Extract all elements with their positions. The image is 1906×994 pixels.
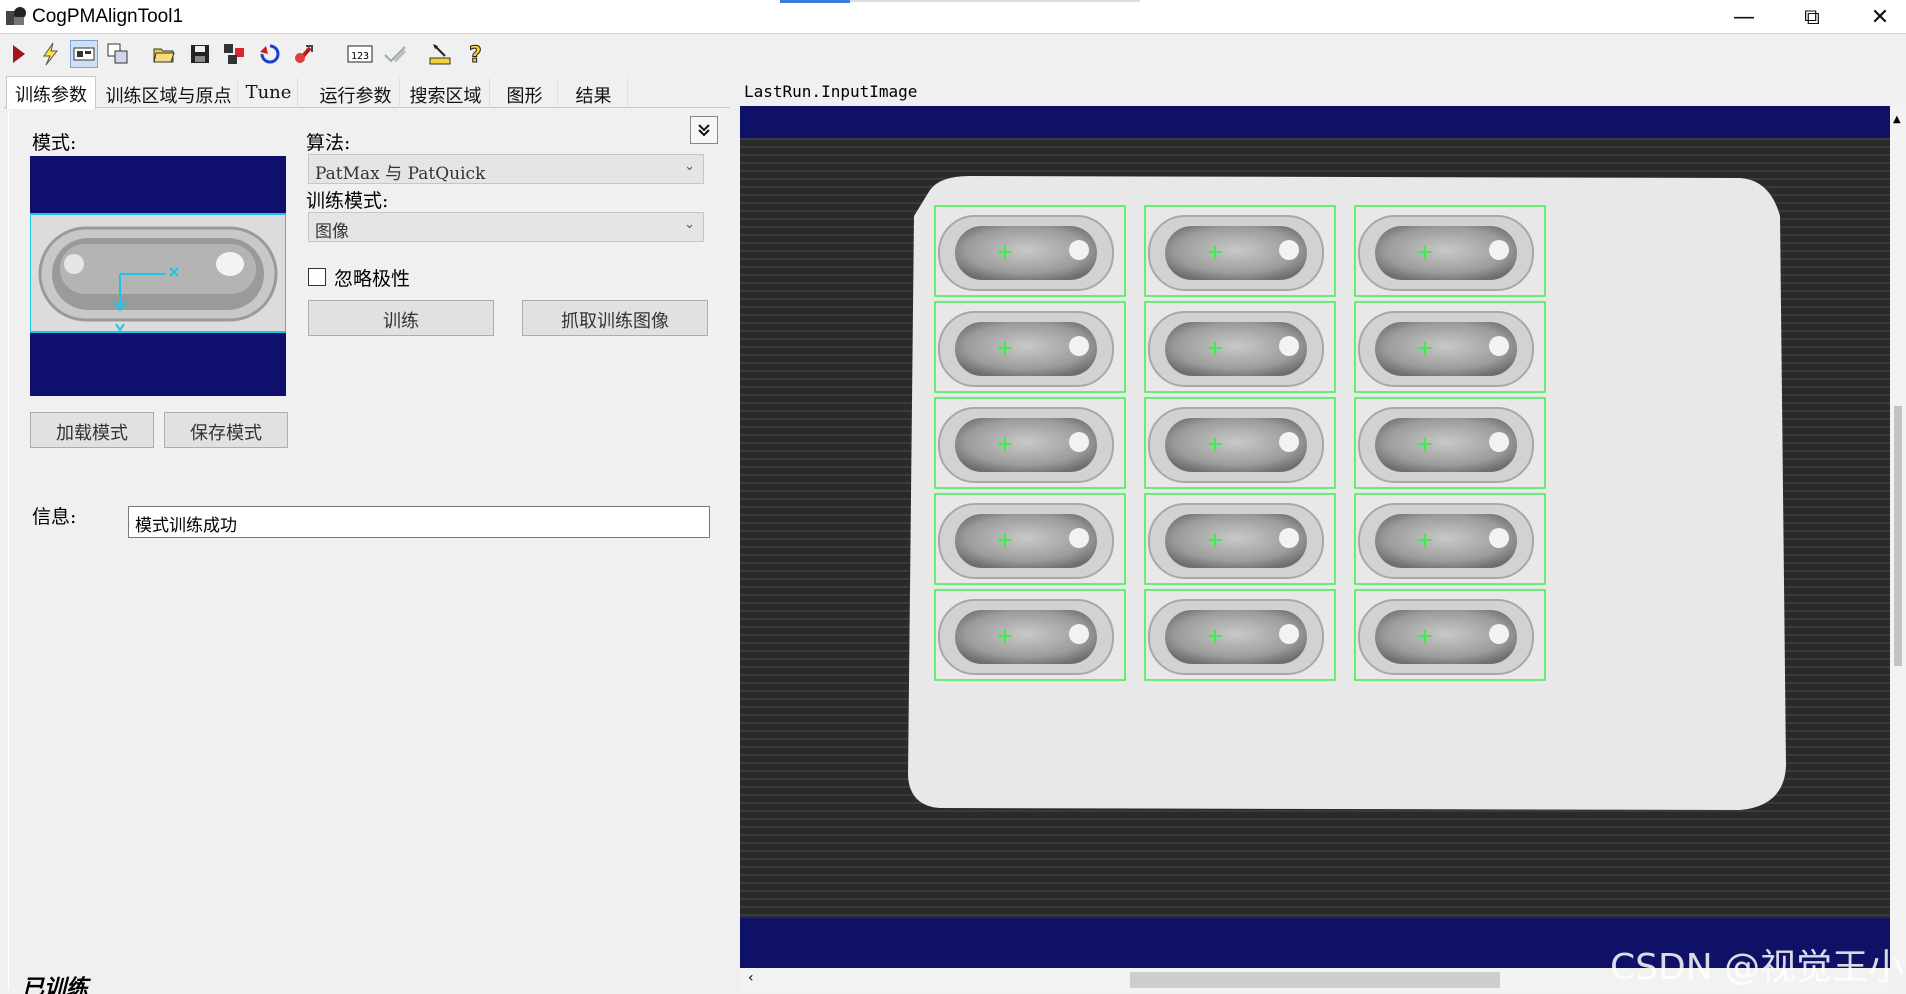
svg-text:123: 123 bbox=[351, 51, 369, 62]
save-icon[interactable] bbox=[186, 40, 214, 68]
run-icon[interactable] bbox=[4, 40, 32, 68]
algorithm-select[interactable]: PatMax 与 PatQuick ⌄ bbox=[308, 154, 704, 184]
copy-icon[interactable] bbox=[104, 40, 132, 68]
edit-check-icon[interactable] bbox=[382, 40, 410, 68]
info-label: 信息: bbox=[32, 506, 77, 528]
grab-train-image-button[interactable]: 抓取训练图像 bbox=[522, 300, 708, 336]
image-source-icon[interactable] bbox=[220, 40, 248, 68]
toolbar: 123 ? bbox=[0, 36, 1906, 72]
train-status: 已训练 bbox=[22, 975, 89, 994]
app-icon bbox=[6, 7, 26, 25]
watermark: CSDN @视觉王小 bbox=[1610, 947, 1905, 988]
close-button[interactable]: ✕ bbox=[1852, 0, 1906, 34]
measure-icon[interactable] bbox=[426, 40, 454, 68]
pattern-image bbox=[29, 213, 287, 333]
train-button[interactable]: 训练 bbox=[308, 300, 494, 336]
tab-search-region[interactable]: 搜索区域 bbox=[402, 78, 490, 108]
tab-strip: 训练参数 训练区域与原点 Tune 运行参数 搜索区域 图形 结果 bbox=[4, 76, 730, 109]
reset-stats-icon[interactable] bbox=[290, 40, 318, 68]
taskbar-highlight bbox=[780, 0, 850, 3]
reset-icon[interactable] bbox=[256, 40, 284, 68]
restore-button[interactable]: ⧉ bbox=[1784, 0, 1840, 34]
input-image bbox=[740, 106, 1890, 968]
train-mode-value: 图像 bbox=[315, 222, 349, 242]
image-display-pane: LastRun.InputImage ▲ ‹ bbox=[740, 76, 1906, 994]
window-title: CogPMAlignTool1 bbox=[32, 6, 184, 27]
display-title: LastRun.InputImage bbox=[744, 82, 918, 101]
image-display[interactable] bbox=[740, 106, 1890, 968]
vertical-scrollbar[interactable]: ▲ bbox=[1890, 106, 1906, 968]
title-bar: CogPMAlignTool1 — ⧉ ✕ bbox=[0, 0, 1906, 34]
double-chevron-down-icon bbox=[698, 124, 710, 137]
scroll-up-icon[interactable]: ▲ bbox=[1893, 114, 1901, 125]
vertical-scroll-thumb[interactable] bbox=[1894, 406, 1902, 666]
svg-text:?: ? bbox=[469, 43, 482, 66]
tab-graphics[interactable]: 图形 bbox=[492, 78, 558, 108]
show-image-icon[interactable] bbox=[70, 40, 98, 68]
tab-tune[interactable]: Tune bbox=[240, 78, 298, 108]
help-icon[interactable]: ? bbox=[462, 40, 490, 68]
algorithm-label: 算法: bbox=[306, 132, 351, 154]
tab-results[interactable]: 结果 bbox=[560, 78, 628, 108]
horizontal-scroll-thumb[interactable] bbox=[1130, 972, 1500, 988]
chevron-down-icon: ⌄ bbox=[684, 159, 695, 174]
tab-run-params[interactable]: 运行参数 bbox=[312, 78, 400, 108]
electric-icon[interactable] bbox=[36, 40, 64, 68]
pattern-preview bbox=[29, 156, 287, 396]
expand-button[interactable] bbox=[690, 116, 718, 144]
chevron-down-icon: ⌄ bbox=[684, 217, 695, 232]
numeric-display-icon[interactable]: 123 bbox=[346, 40, 374, 68]
algorithm-value: PatMax 与 PatQuick bbox=[315, 164, 486, 184]
minimize-button[interactable]: — bbox=[1716, 0, 1772, 34]
tab-train-region[interactable]: 训练区域与原点 bbox=[100, 78, 238, 108]
tab-train-params[interactable]: 训练参数 bbox=[6, 76, 96, 109]
taskbar-divider bbox=[850, 0, 1140, 2]
info-field: 模式训练成功 bbox=[128, 506, 710, 538]
tool-edit-pane: 训练参数 训练区域与原点 Tune 运行参数 搜索区域 图形 结果 模式: 加载… bbox=[0, 76, 735, 994]
scroll-left-icon[interactable]: ‹ bbox=[748, 970, 754, 986]
ignore-polarity-checkbox[interactable] bbox=[308, 268, 326, 286]
ignore-polarity-label: 忽略极性 bbox=[334, 268, 411, 290]
train-mode-label: 训练模式: bbox=[306, 190, 389, 212]
pattern-label: 模式: bbox=[32, 132, 77, 154]
train-mode-select[interactable]: 图像 ⌄ bbox=[308, 212, 704, 242]
save-pattern-button[interactable]: 保存模式 bbox=[164, 412, 288, 448]
load-pattern-button[interactable]: 加载模式 bbox=[30, 412, 154, 448]
open-icon[interactable] bbox=[150, 40, 178, 68]
